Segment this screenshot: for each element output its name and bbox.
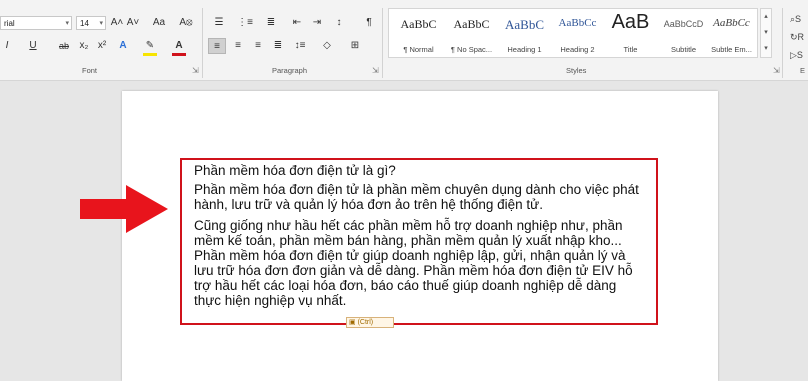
dialog-launcher-icon[interactable]: ⇲ xyxy=(372,66,379,75)
line-spacing-icon[interactable]: ↕≡ xyxy=(290,38,310,54)
font-name-value: rial xyxy=(4,19,15,28)
borders-icon[interactable]: ⊞ xyxy=(346,38,364,54)
group-divider xyxy=(382,8,383,78)
style-normal[interactable]: AaBbC ¶ Normal xyxy=(391,9,446,57)
font-size-value: 14 xyxy=(80,19,89,28)
select-button[interactable]: ▷S xyxy=(790,50,803,61)
select-icon: ▷ xyxy=(790,50,797,60)
shading-icon[interactable]: ◇ xyxy=(318,38,336,54)
style-name: ¶ Normal xyxy=(403,45,434,54)
highlight-icon[interactable]: ✎ xyxy=(142,38,158,54)
chevron-down-icon: ▾ xyxy=(65,20,69,27)
font-group-label: Font xyxy=(82,66,98,75)
replace-icon: ↻ xyxy=(790,32,798,42)
style-preview: AaBbCc xyxy=(558,17,597,29)
superscript-button[interactable]: x² xyxy=(95,38,109,54)
style-heading-2[interactable]: AaBbCc Heading 2 xyxy=(550,9,605,57)
paste-options-label: (Ctrl) xyxy=(357,319,374,326)
chevron-up-icon[interactable]: ▴ xyxy=(761,9,771,25)
text-line: Cũng giống như hầu hết các phần mềm hỗ t… xyxy=(194,218,623,233)
multilevel-list-icon[interactable]: ≣ xyxy=(262,15,280,31)
styles-group-label: Styles xyxy=(566,66,587,75)
bullets-icon[interactable]: ☰ xyxy=(210,15,228,31)
style-preview: AaBbCcD xyxy=(663,19,704,29)
style-name: Subtitle xyxy=(670,45,697,54)
style-title[interactable]: AaB Title xyxy=(603,9,658,57)
arrow-icon xyxy=(80,185,168,233)
text-line: mềm kế toán, phần mềm bán hàng, phần mềm… xyxy=(194,233,622,248)
style-subtitle[interactable]: AaBbCcD Subtitle xyxy=(656,9,711,57)
increase-indent-icon[interactable]: ⇥ xyxy=(310,15,324,31)
dialog-launcher-icon[interactable]: ⇲ xyxy=(192,66,199,75)
decrease-indent-icon[interactable]: ⇤ xyxy=(290,15,304,31)
text-line: trợ hầu hết các loại hóa đơn, báo cáo th… xyxy=(194,278,617,293)
sort-icon[interactable]: ↕ xyxy=(332,15,346,31)
style-subtle-emphasis[interactable]: AaBbCc Subtle Em... xyxy=(704,9,759,57)
clear-formatting-button[interactable]: A⦻ xyxy=(178,15,194,31)
highlight-color-swatch xyxy=(143,53,157,56)
group-divider xyxy=(782,8,783,78)
find-button[interactable]: ⌕S xyxy=(790,14,801,25)
style-heading-1[interactable]: AaBbC Heading 1 xyxy=(497,9,552,57)
justify-icon[interactable]: ≣ xyxy=(270,38,286,54)
font-color-swatch xyxy=(172,53,186,56)
style-preview: AaB xyxy=(611,11,650,33)
style-name: Subtle Em... xyxy=(711,45,752,54)
chevron-down-icon[interactable]: ▾ xyxy=(761,25,771,41)
paragraph-group-label: Paragraph xyxy=(272,66,308,75)
clipboard-icon: ▣ xyxy=(349,319,356,326)
underline-button[interactable]: U xyxy=(27,38,39,54)
shrink-font-button[interactable]: A˅ xyxy=(126,15,140,31)
document-heading[interactable]: Phần mềm hóa đơn điện tử là gì? xyxy=(194,163,654,178)
style-name: Heading 1 xyxy=(507,45,542,54)
italic-button[interactable]: I xyxy=(2,38,12,54)
text-line: lưu trữ hóa đơn đơn giản và dễ dàng. Phầ… xyxy=(194,263,633,278)
style-no-spacing[interactable]: AaBbC ¶ No Spac... xyxy=(444,9,499,57)
style-preview: AaBbC xyxy=(505,17,544,32)
align-center-icon[interactable]: ≡ xyxy=(230,38,246,54)
ribbon: rial ▾ 14 ▾ A˄ A˅ Aa A⦻ I U ab x₂ x² A ✎… xyxy=(0,0,808,81)
strikethrough-button[interactable]: ab xyxy=(57,38,71,54)
font-color-button[interactable]: A xyxy=(172,38,186,54)
style-preview: AaBbC xyxy=(400,17,437,31)
paragraph-2[interactable]: Cũng giống như hầu hết các phần mềm hỗ t… xyxy=(194,218,654,308)
dialog-launcher-icon[interactable]: ⇲ xyxy=(773,66,780,75)
text-line: hành, lưu trữ và quản lý hóa đơn ảo trên… xyxy=(194,197,543,212)
more-icon[interactable]: ▾ xyxy=(761,41,771,57)
style-name: Heading 2 xyxy=(560,45,595,54)
style-name: ¶ No Spac... xyxy=(450,45,493,54)
grow-font-button[interactable]: A˄ xyxy=(110,15,124,31)
font-name-combo[interactable]: rial ▾ xyxy=(0,16,72,30)
paragraph-1[interactable]: Phần mềm hóa đơn điện tử là phần mềm chu… xyxy=(194,182,654,212)
text-line: Phần mềm hóa đơn điện tử là phần mềm chu… xyxy=(194,182,639,197)
font-size-combo[interactable]: 14 ▾ xyxy=(76,16,106,30)
change-case-button[interactable]: Aa xyxy=(148,15,170,31)
style-name: Title xyxy=(623,45,638,54)
select-label: S xyxy=(796,50,803,60)
align-left-icon[interactable]: ≡ xyxy=(208,38,226,54)
editing-group-label: E xyxy=(800,66,806,75)
align-right-icon[interactable]: ≡ xyxy=(250,38,266,54)
replace-label: R xyxy=(797,32,805,42)
styles-scroll[interactable]: ▴ ▾ ▾ xyxy=(760,8,772,58)
text-line: Phần mềm hóa đơn điện tử giúp doanh nghi… xyxy=(194,248,626,263)
text-effects-button[interactable]: A xyxy=(116,38,130,54)
replace-button[interactable]: ↻R xyxy=(790,32,804,43)
style-preview: AaBbC xyxy=(453,17,490,31)
find-label: S xyxy=(795,14,802,24)
numbering-icon[interactable]: ⋮≡ xyxy=(236,15,254,31)
styles-gallery: AaBbC ¶ Normal AaBbC ¶ No Spac... AaBbC … xyxy=(388,8,758,58)
paste-options-button[interactable]: ▣ (Ctrl) xyxy=(346,317,394,328)
pilcrow-icon[interactable]: ¶ xyxy=(362,15,376,31)
group-divider xyxy=(202,8,203,78)
chevron-down-icon: ▾ xyxy=(99,20,103,27)
style-preview: AaBbCc xyxy=(713,17,750,29)
subscript-button[interactable]: x₂ xyxy=(77,38,91,54)
text-line: thực hiện nghiệp vụ nhất. xyxy=(194,293,347,308)
